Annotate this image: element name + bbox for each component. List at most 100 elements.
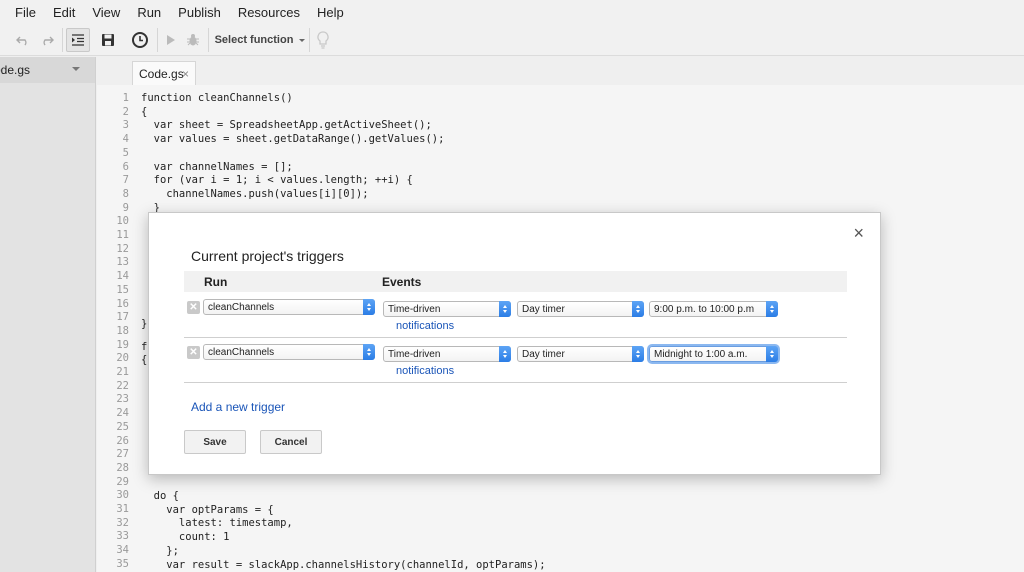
line-number: 8 <box>122 187 129 200</box>
tab-code-gs[interactable]: Code.gs × <box>132 61 196 85</box>
select-arrows-icon <box>766 346 778 362</box>
event-source-select[interactable]: Time-driven <box>383 301 511 317</box>
line-number: 22 <box>116 379 129 392</box>
line-number: 21 <box>116 366 129 378</box>
menu-publish[interactable]: Publish <box>178 5 221 20</box>
lightbulb-icon[interactable] <box>314 28 332 52</box>
code-line-20: { <box>141 354 148 366</box>
delete-trigger-icon[interactable]: ✕ <box>187 346 200 359</box>
notifications-link[interactable]: notifications <box>396 365 454 377</box>
line-number: 6 <box>122 160 129 173</box>
run-icon[interactable] <box>162 28 180 52</box>
code-line: var sheet = SpreadsheetApp.getActiveShee… <box>141 119 432 132</box>
line-number: 24 <box>116 407 129 420</box>
toolbar-divider <box>157 28 158 52</box>
toolbar-divider <box>309 28 310 52</box>
line-number: 20 <box>116 352 129 365</box>
select-arrows-icon <box>632 301 644 317</box>
line-number: 3 <box>122 119 129 132</box>
dialog-title: Current project's triggers <box>191 248 344 264</box>
menu-bar: File Edit View Run Publish Resources Hel… <box>0 0 1024 24</box>
line-number: 1 <box>122 92 129 104</box>
line-number: 26 <box>116 434 129 447</box>
line-number: 2 <box>122 105 129 118</box>
code-line: { <box>141 105 148 118</box>
select-function-label: Select function <box>214 34 294 46</box>
code-line-19: f <box>141 341 148 353</box>
code-block-bottom: do { var optParams = { latest: timestamp… <box>141 490 546 572</box>
run-function-select[interactable]: cleanChannels <box>203 299 375 315</box>
clock-trigger-icon[interactable] <box>129 28 151 52</box>
toolbar-divider <box>62 28 63 52</box>
cancel-button[interactable]: Cancel <box>260 430 322 454</box>
line-number: 13 <box>116 256 129 269</box>
select-arrows-icon <box>632 346 644 362</box>
line-number: 32 <box>116 516 129 529</box>
line-number: 7 <box>122 174 129 187</box>
code-line: count: 1 <box>141 531 230 544</box>
close-icon[interactable]: × <box>853 223 864 244</box>
code-line: var result = slackApp.channelsHistory(ch… <box>141 558 546 571</box>
line-number: 30 <box>116 489 129 502</box>
menu-help[interactable]: Help <box>317 5 344 20</box>
save-button[interactable]: Save <box>184 430 246 454</box>
triggers-dialog: × Current project's triggers Run Events … <box>148 212 881 475</box>
chevron-down-icon <box>299 38 306 42</box>
code-line: var channelNames = []; <box>141 160 293 173</box>
debug-bug-icon[interactable] <box>184 28 202 52</box>
row-divider <box>184 337 847 338</box>
code-line-17: } <box>141 318 148 330</box>
line-number: 11 <box>116 229 129 241</box>
select-value: Day timer <box>522 348 565 360</box>
menu-view[interactable]: View <box>92 5 120 20</box>
file-name: ode.gs <box>0 63 31 77</box>
line-number: 35 <box>116 557 129 570</box>
select-value: 9:00 p.m. to 10:00 p.m <box>654 303 755 315</box>
time-range-select[interactable]: 9:00 p.m. to 10:00 p.m <box>649 301 778 317</box>
notifications-link[interactable]: notifications <box>396 320 454 332</box>
line-number: 10 <box>116 215 129 228</box>
menu-file[interactable]: File <box>15 5 36 20</box>
select-value: Time-driven <box>388 348 441 360</box>
code-line: do { <box>141 490 179 502</box>
select-arrows-icon <box>363 299 375 315</box>
line-number: 9 <box>122 201 129 214</box>
save-icon[interactable] <box>98 28 118 52</box>
line-number: 25 <box>116 420 129 433</box>
menu-resources[interactable]: Resources <box>238 5 300 20</box>
line-number: 18 <box>116 324 129 337</box>
close-icon[interactable]: × <box>182 67 189 81</box>
time-range-select[interactable]: Midnight to 1:00 a.m. <box>649 346 778 362</box>
code-block-top: function cleanChannels(){ var sheet = Sp… <box>141 92 444 215</box>
code-line: latest: timestamp, <box>141 517 293 530</box>
timer-type-select[interactable]: Day timer <box>517 346 644 362</box>
line-number: 14 <box>116 270 129 283</box>
run-function-select[interactable]: cleanChannels <box>203 344 375 360</box>
line-gutter: 1 2 3 4 5 6 7 8 9 10 11 12 13 14 15 16 17 18 19 20 21 22 23 24 2… <box>97 85 129 572</box>
delete-trigger-icon[interactable]: ✕ <box>187 301 200 314</box>
line-number: 34 <box>116 544 129 557</box>
file-item-code-gs[interactable]: ode.gs <box>0 57 95 83</box>
indent-icon[interactable] <box>66 28 90 52</box>
menu-edit[interactable]: Edit <box>53 5 75 20</box>
select-function-dropdown[interactable]: Select function <box>214 28 306 52</box>
timer-type-select[interactable]: Day timer <box>517 301 644 317</box>
line-number: 15 <box>116 283 129 296</box>
select-arrows-icon <box>363 344 375 360</box>
menu-run[interactable]: Run <box>137 5 161 20</box>
code-line: channelNames.push(values[i][0]); <box>141 187 369 200</box>
select-arrows-icon <box>766 301 778 317</box>
select-value: cleanChannels <box>208 346 275 358</box>
redo-icon[interactable] <box>38 28 56 52</box>
line-number: 5 <box>122 146 129 159</box>
undo-icon[interactable] <box>14 28 32 52</box>
select-arrows-icon <box>499 346 511 362</box>
select-arrows-icon <box>499 301 511 317</box>
chevron-down-icon[interactable] <box>72 67 80 71</box>
line-number: 16 <box>116 297 129 310</box>
code-line: var values = sheet.getDataRange().getVal… <box>141 133 445 146</box>
add-trigger-link[interactable]: Add a new trigger <box>191 400 285 414</box>
line-number: 19 <box>116 338 129 351</box>
line-number: 4 <box>122 133 129 146</box>
event-source-select[interactable]: Time-driven <box>383 346 511 362</box>
